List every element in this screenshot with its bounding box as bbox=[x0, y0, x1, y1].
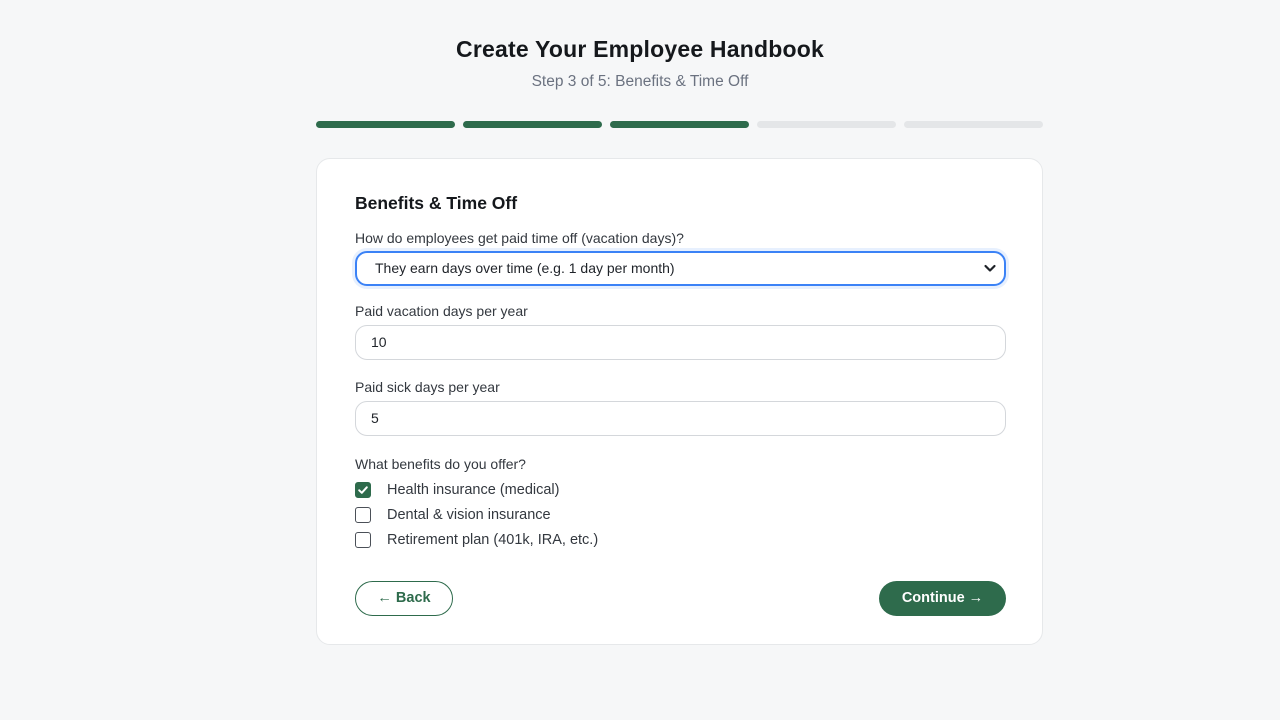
sick-days-label: Paid sick days per year bbox=[355, 379, 500, 395]
step-indicator: Step 3 of 5: Benefits & Time Off bbox=[531, 73, 749, 90]
sick-days-input[interactable]: 5 bbox=[355, 401, 1006, 436]
continue-button[interactable]: Continue → bbox=[879, 581, 1006, 616]
benefits-label: What benefits do you offer? bbox=[355, 456, 526, 472]
benefit-option-retirement[interactable]: Retirement plan (401k, IRA, etc.) bbox=[355, 530, 598, 550]
pto-method-selected-value: They earn days over time (e.g. 1 day per… bbox=[375, 260, 675, 276]
benefit-option-label: Dental & vision insurance bbox=[387, 507, 551, 523]
benefit-option-label: Retirement plan (401k, IRA, etc.) bbox=[387, 532, 599, 548]
chevron-down-icon bbox=[984, 264, 996, 272]
page-title: Create Your Employee Handbook bbox=[456, 36, 824, 62]
pto-method-select[interactable]: They earn days over time (e.g. 1 day per… bbox=[355, 251, 1006, 286]
sick-days-value: 5 bbox=[371, 410, 379, 426]
checkmark-icon bbox=[358, 486, 368, 494]
benefit-option-health[interactable]: Health insurance (medical) bbox=[355, 480, 559, 500]
progress-segment-5 bbox=[904, 121, 1043, 128]
checkbox-health[interactable] bbox=[355, 482, 371, 498]
page-header: Create Your Employee Handbook Step 3 of … bbox=[0, 36, 1280, 91]
benefit-option-dental[interactable]: Dental & vision insurance bbox=[355, 505, 551, 525]
checkbox-retirement[interactable] bbox=[355, 532, 371, 548]
benefit-option-label: Health insurance (medical) bbox=[387, 482, 560, 498]
progress-segment-1 bbox=[316, 121, 455, 128]
progress-segment-4 bbox=[757, 121, 896, 128]
vacation-days-label: Paid vacation days per year bbox=[355, 303, 528, 319]
checkbox-dental[interactable] bbox=[355, 507, 371, 523]
form-card: Benefits & Time Off How do employees get… bbox=[316, 158, 1043, 645]
pto-method-label: How do employees get paid time off (vaca… bbox=[355, 230, 684, 246]
progress-segment-2 bbox=[463, 121, 602, 128]
progress-bar bbox=[316, 121, 1043, 128]
vacation-days-input[interactable]: 10 bbox=[355, 325, 1006, 360]
back-button[interactable]: ← Back bbox=[355, 581, 453, 616]
vacation-days-value: 10 bbox=[371, 334, 387, 350]
section-title: Benefits & Time Off bbox=[355, 193, 518, 213]
progress-segment-3 bbox=[610, 121, 749, 128]
